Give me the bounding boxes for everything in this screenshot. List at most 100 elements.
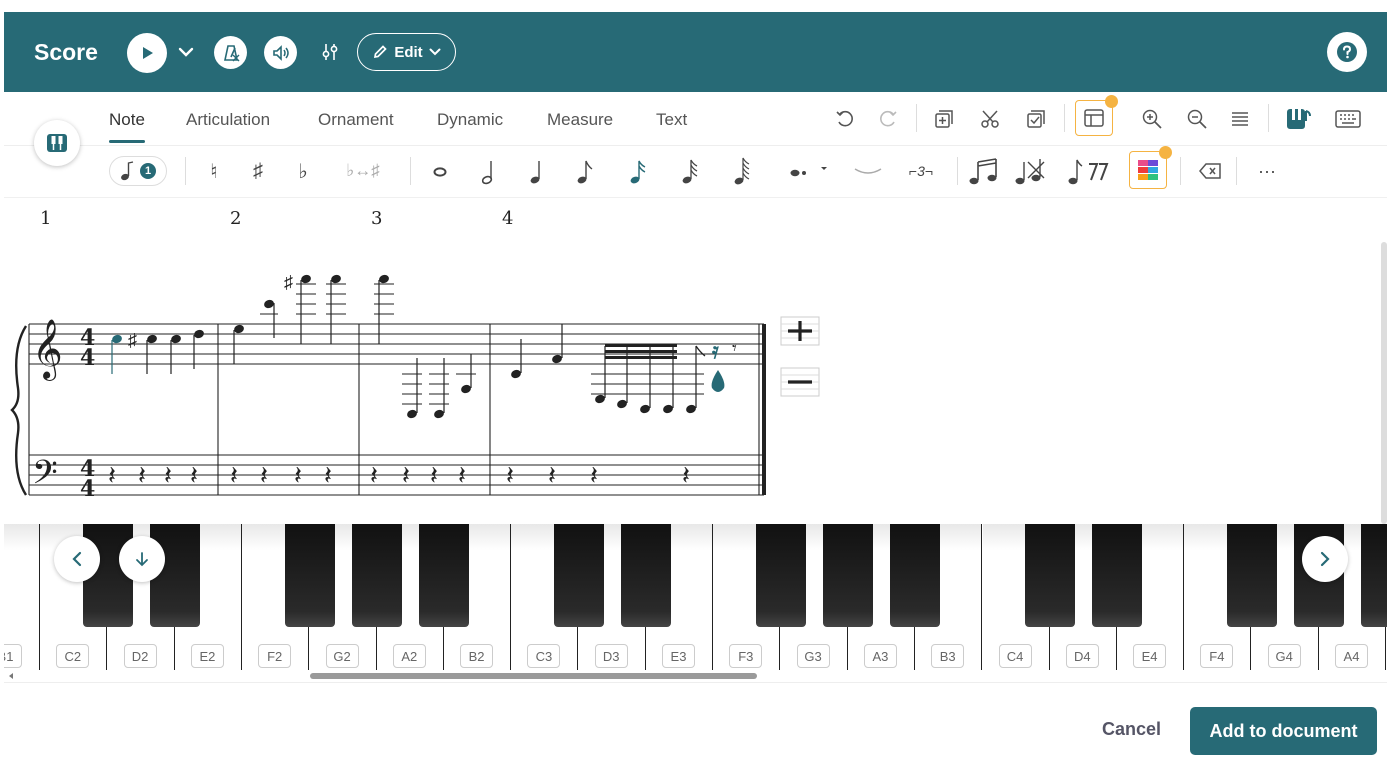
remove-staff-button[interactable] xyxy=(780,367,820,397)
zoom-in-button[interactable] xyxy=(1139,106,1165,132)
edit-mode-label: Edit xyxy=(394,43,423,61)
tab-text[interactable]: Text xyxy=(656,110,687,130)
tab-ornament[interactable]: Ornament xyxy=(318,110,394,130)
piano-key-black[interactable] xyxy=(755,524,806,627)
more-button[interactable]: ··· xyxy=(1252,156,1282,186)
piano-key-black[interactable] xyxy=(890,524,941,627)
svg-text:𝄽: 𝄽 xyxy=(458,461,466,491)
tab-articulation[interactable]: Articulation xyxy=(186,110,270,130)
separator xyxy=(1236,157,1237,185)
piano-key-label: B1 xyxy=(4,644,22,668)
tuplet-button[interactable]: ⌐3¬ xyxy=(902,156,940,186)
piano-key-black[interactable] xyxy=(822,524,873,627)
tab-bar: Note Articulation Ornament Dynamic Measu… xyxy=(4,92,1387,166)
piano-key-black[interactable] xyxy=(1092,524,1143,627)
separator xyxy=(1180,157,1181,185)
svg-text:𝄿: 𝄿 xyxy=(712,338,719,363)
score-canvas[interactable]: 1 2 3 4 𝄞 𝄢 4 4 4 4 ♯ ♯ 𝄿 𝄾 𝄽 𝄽 𝄽 𝄽 𝄽 𝄽 … xyxy=(4,198,1387,524)
piano-keyboard[interactable]: B1 C2 D2 E2 F2 G2 A2 B2 C3 D3 E3 F3 G3 A3 B3 C4 D4 E4 F4 G4… xyxy=(4,524,1387,682)
new-feature-badge xyxy=(1159,146,1172,159)
piano-octave-down-button[interactable] xyxy=(119,536,165,582)
delete-button[interactable] xyxy=(1195,156,1225,186)
thirty-second-note-button[interactable] xyxy=(679,156,701,186)
layout-view-button[interactable] xyxy=(1075,95,1118,136)
play-button[interactable] xyxy=(127,33,167,73)
speaker-icon xyxy=(272,44,289,61)
score-editor-dialog: Score Edit Note Articulation Ornament Dy… xyxy=(4,12,1387,767)
sharp-button[interactable]: ♯ xyxy=(247,156,269,186)
add-staff-button[interactable] xyxy=(780,316,820,346)
tie-icon xyxy=(854,168,882,174)
separator xyxy=(1064,104,1065,132)
more-icon: ··· xyxy=(1258,160,1276,181)
color-notes-button[interactable] xyxy=(1129,146,1172,189)
unbeam-button[interactable] xyxy=(1013,156,1047,186)
voice-selector[interactable]: 1 xyxy=(109,156,167,186)
mixer-button[interactable] xyxy=(318,40,342,64)
tie-button[interactable] xyxy=(852,156,884,186)
piano-toggle-button[interactable] xyxy=(34,120,80,166)
chevron-down-icon xyxy=(429,48,441,56)
svg-text:𝄽: 𝄽 xyxy=(590,461,598,491)
piano-scroll-right-button[interactable] xyxy=(1302,536,1348,582)
piano-key-black[interactable] xyxy=(1226,524,1277,627)
redo-button[interactable] xyxy=(875,106,901,132)
keyboard-shortcuts-button[interactable] xyxy=(1333,106,1363,132)
svg-text:𝄽: 𝄽 xyxy=(164,461,172,491)
paste-button[interactable] xyxy=(1023,106,1049,132)
piano-key-black[interactable] xyxy=(1024,524,1075,627)
piano-scroll-left-button[interactable] xyxy=(54,536,100,582)
beamed-notes-icon xyxy=(969,158,997,185)
undo-icon xyxy=(836,110,853,127)
playback-options-button[interactable] xyxy=(174,40,198,64)
piano-key-black[interactable] xyxy=(351,524,402,627)
piano-key-label: C2 xyxy=(56,644,90,668)
piano-key-black[interactable] xyxy=(419,524,470,627)
eighth-note-button[interactable] xyxy=(574,156,596,186)
tab-note[interactable]: Note xyxy=(109,110,145,143)
piano-key-black[interactable] xyxy=(553,524,604,627)
piano-scrollbar[interactable] xyxy=(4,670,1387,682)
quarter-note-button[interactable] xyxy=(526,156,548,186)
half-note-button[interactable] xyxy=(478,156,500,186)
cancel-button[interactable]: Cancel xyxy=(1102,719,1161,740)
metronome-button[interactable] xyxy=(214,36,247,69)
zoom-out-button[interactable] xyxy=(1184,106,1210,132)
help-button[interactable] xyxy=(1327,32,1367,72)
tab-measure[interactable]: Measure xyxy=(547,110,613,130)
beam-button[interactable] xyxy=(967,156,1001,186)
menu-button[interactable] xyxy=(1227,106,1253,132)
score-scrollbar[interactable] xyxy=(1381,242,1387,524)
enharmonic-button[interactable]: ♭↔♯ xyxy=(338,156,388,186)
piano-key-black[interactable] xyxy=(1361,524,1387,627)
piano-key-label: A2 xyxy=(392,644,426,668)
add-to-document-button[interactable]: Add to document xyxy=(1190,707,1377,755)
sixteenth-note-button[interactable] xyxy=(627,156,649,186)
piano-key-label: A4 xyxy=(1335,644,1368,668)
add-copy-icon xyxy=(935,110,953,128)
instrument-button[interactable] xyxy=(1285,105,1313,133)
chevron-down-icon xyxy=(178,47,194,57)
eighth-note-icon xyxy=(577,160,593,184)
dotted-note-button[interactable] xyxy=(784,156,834,186)
svg-text:𝄢: 𝄢 xyxy=(32,454,58,500)
flat-button[interactable]: ♭ xyxy=(292,156,314,186)
piano-key-black[interactable] xyxy=(621,524,671,627)
undo-button[interactable] xyxy=(832,106,858,132)
sixty-fourth-note-button[interactable] xyxy=(731,156,753,186)
duplicate-button[interactable] xyxy=(931,106,957,132)
natural-button[interactable]: ♮ xyxy=(203,156,225,186)
piano-scroll-thumb[interactable] xyxy=(310,673,757,679)
rest-button[interactable] xyxy=(1065,156,1113,186)
cut-button[interactable] xyxy=(977,106,1003,132)
piano-key-black[interactable] xyxy=(284,524,335,627)
sound-button[interactable] xyxy=(264,36,297,69)
svg-text:𝄞: 𝄞 xyxy=(32,319,63,381)
svg-text:𝄾: 𝄾 xyxy=(732,338,737,358)
piano-key-label: D2 xyxy=(123,644,157,668)
tab-dynamic[interactable]: Dynamic xyxy=(437,110,503,130)
svg-text:𝄽: 𝄽 xyxy=(506,461,514,491)
edit-mode-dropdown[interactable]: Edit xyxy=(357,33,456,71)
whole-note-button[interactable] xyxy=(429,156,451,186)
enharmonic-icon: ♭↔♯ xyxy=(346,161,380,180)
